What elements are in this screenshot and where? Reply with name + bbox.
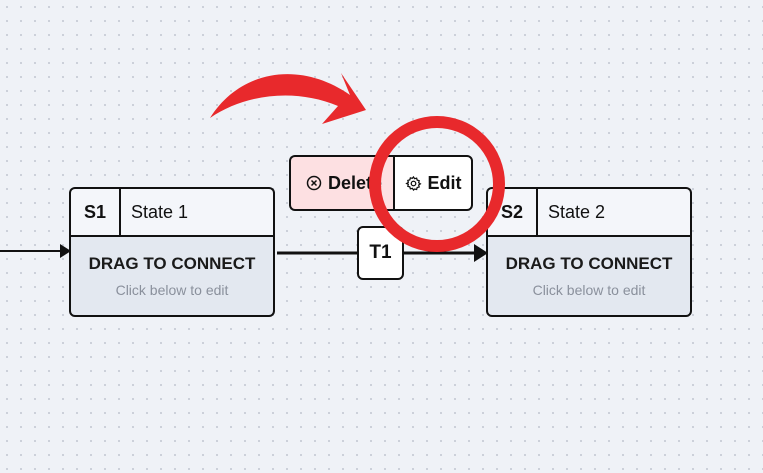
drag-to-connect-label: DRAG TO CONNECT (88, 254, 256, 273)
close-circle-icon (306, 175, 322, 191)
state-id: S2 (488, 189, 538, 235)
drag-to-connect-label: DRAG TO CONNECT (505, 254, 673, 273)
edit-hint: Click below to edit (532, 282, 646, 298)
edit-button[interactable]: Edit (393, 155, 473, 211)
state-name[interactable]: State 2 (538, 189, 690, 235)
transition-label-t1[interactable]: T1 (357, 226, 404, 280)
state-name[interactable]: State 1 (121, 189, 273, 235)
state-node-s2[interactable]: S2 State 2 DRAG TO CONNECT Click below t… (486, 187, 692, 317)
state-node-s1[interactable]: S1 State 1 DRAG TO CONNECT Click below t… (69, 187, 275, 317)
delete-button[interactable]: Delete (289, 155, 393, 211)
transition-action-bar: Delete Edit (289, 155, 473, 211)
state-connect-area[interactable]: DRAG TO CONNECT Click below to edit (69, 235, 275, 317)
edit-label: Edit (427, 172, 462, 193)
state-id: S1 (71, 189, 121, 235)
state-header[interactable]: S2 State 2 (486, 187, 692, 235)
gear-icon (404, 175, 422, 192)
state-header[interactable]: S1 State 1 (69, 187, 275, 235)
edit-hint: Click below to edit (115, 282, 229, 298)
delete-label: Delete (327, 172, 383, 193)
state-connect-area[interactable]: DRAG TO CONNECT Click below to edit (486, 235, 692, 317)
